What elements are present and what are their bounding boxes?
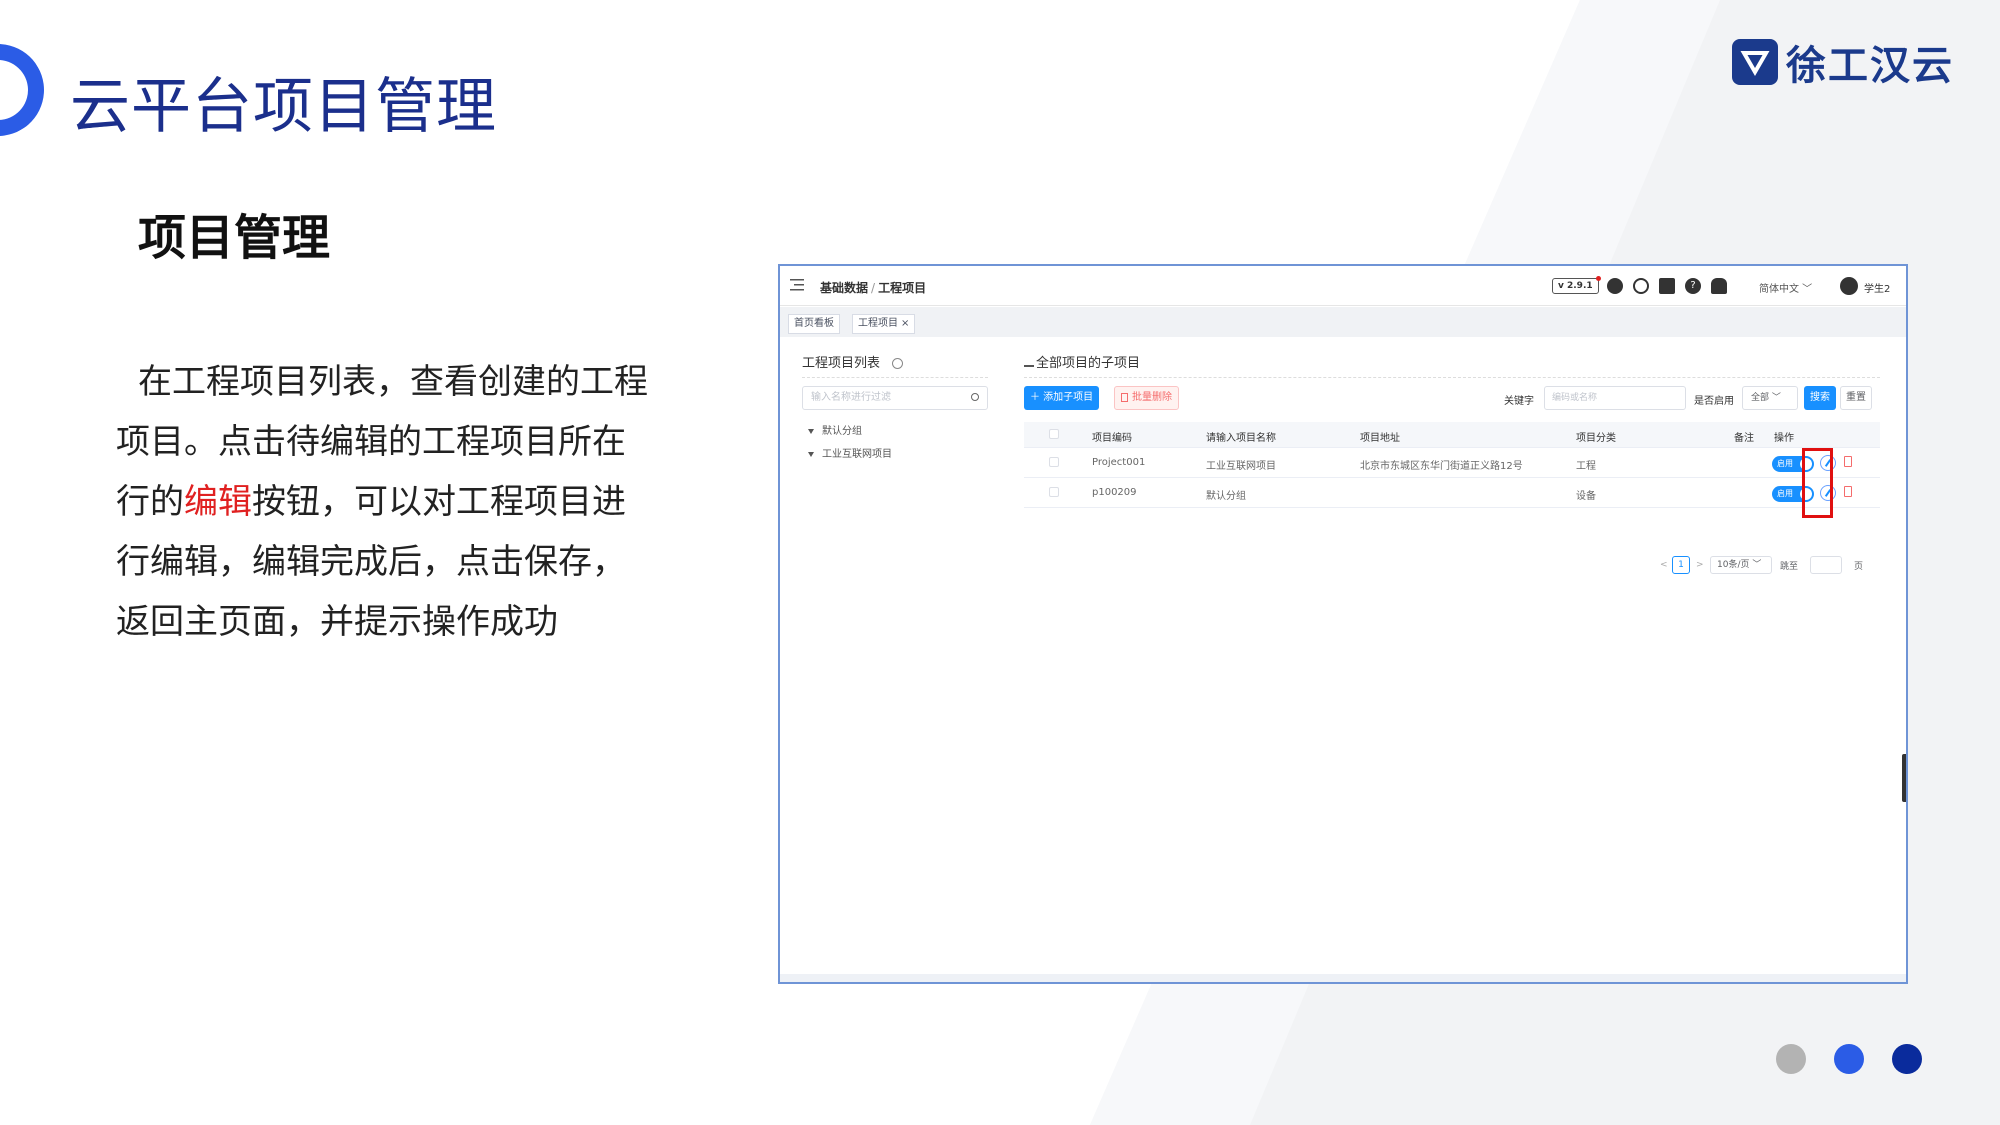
header-code: 项目编码	[1092, 433, 1132, 444]
dot-gray	[1776, 1044, 1806, 1074]
notification-dot	[1595, 276, 1601, 281]
breadcrumb: 基础数据 / 工程项目	[820, 279, 926, 296]
subproject-toolbar: ＋ 添加子项目 批量删除 关键字 编码或名称 是否启用 全部 ﹀ 搜索 重置	[1024, 386, 1880, 416]
caret-down-icon[interactable]	[808, 451, 814, 457]
tree-node-iiot-project[interactable]: 工业互联网项目	[802, 445, 988, 460]
bell-icon[interactable]	[1711, 278, 1727, 294]
hierarchy-icon	[1024, 358, 1034, 367]
header-name: 请输入项目名称	[1206, 433, 1276, 444]
app-topbar: 基础数据 / 工程项目 v 2.9.1 ? 简体中文 ﹀ 学生2	[780, 266, 1906, 306]
header-note: 备注	[1734, 433, 1754, 444]
breadcrumb-parent[interactable]: 基础数据	[820, 281, 868, 295]
goto-page-input[interactable]	[1810, 556, 1842, 574]
enabled-label: 是否启用	[1694, 396, 1734, 407]
cell-name: 默认分组	[1206, 491, 1246, 502]
description-text: 在工程项目列表，查看创建的工程项目。点击待编辑的工程项目所在行的编辑按钮，可以对…	[116, 352, 656, 652]
cell-name: 工业互联网项目	[1206, 461, 1276, 472]
next-page-icon[interactable]: >	[1696, 560, 1704, 570]
cloud-icon[interactable]	[1633, 278, 1649, 294]
section-title: 项目管理	[138, 210, 331, 266]
cell-address: 北京市东城区东华门街道正义路12号	[1360, 461, 1523, 472]
user-name[interactable]: 学生2	[1864, 280, 1890, 295]
project-list-title-text: 工程项目列表	[802, 356, 881, 371]
keyword-label: 关键字	[1504, 396, 1534, 407]
reset-button[interactable]: 重置	[1840, 386, 1872, 410]
cell-category: 工程	[1576, 461, 1596, 472]
delete-icon[interactable]	[1844, 456, 1852, 467]
dot-blue	[1834, 1044, 1864, 1074]
page-number[interactable]: 1	[1672, 556, 1690, 574]
trash-icon	[1121, 392, 1128, 402]
dot-navy	[1892, 1044, 1922, 1074]
delete-icon[interactable]	[1844, 486, 1852, 497]
table-row[interactable]: Project001 工业互联网项目 北京市东城区东华门街道正义路12号 工程 …	[1024, 448, 1880, 478]
scrollbar-thumb[interactable]	[1902, 754, 1906, 802]
row-checkbox[interactable]	[1049, 457, 1059, 467]
breadcrumb-current: 工程项目	[878, 281, 927, 295]
table-row[interactable]: p100209 默认分组 设备 启用	[1024, 478, 1880, 508]
search-icon[interactable]	[971, 393, 979, 401]
edit-highlight-box	[1802, 448, 1833, 518]
menu-icon[interactable]	[790, 279, 804, 291]
avatar[interactable]	[1840, 277, 1858, 295]
header-actions: 操作	[1774, 433, 1794, 444]
brand-logo: 徐工汉云	[1732, 36, 1954, 89]
row-checkbox[interactable]	[1049, 487, 1059, 497]
description-highlight: 编辑	[184, 482, 252, 522]
refresh-icon[interactable]	[892, 358, 904, 369]
enabled-select[interactable]: 全部 ﹀	[1742, 386, 1798, 410]
add-subproject-button[interactable]: ＋ 添加子项目	[1024, 386, 1100, 410]
title-accent-arc	[0, 27, 61, 153]
batch-delete-label: 批量删除	[1132, 392, 1172, 403]
batch-delete-button[interactable]: 批量删除	[1114, 386, 1179, 410]
search-button[interactable]: 搜索	[1804, 386, 1836, 410]
tree-node-default-group[interactable]: 默认分组	[802, 422, 988, 437]
cell-code: Project001	[1092, 457, 1146, 468]
tree-node-label: 默认分组	[822, 426, 862, 437]
tab-projects-label: 工程项目	[858, 318, 898, 329]
header-address: 项目地址	[1360, 433, 1400, 444]
page-size-select[interactable]: 10条/页 ﹀	[1710, 556, 1772, 574]
tabs-bar: 首页看板 工程项目 ×	[780, 307, 1906, 337]
project-list-title: 工程项目列表	[802, 352, 988, 378]
tab-dashboard[interactable]: 首页看板	[788, 314, 840, 334]
caret-down-icon[interactable]	[808, 428, 814, 434]
project-list-panel: 工程项目列表 输入名称进行过滤 默认分组 工业互联网项目	[802, 352, 988, 460]
pagination: < 1 > 10条/页 ﹀ 跳至 页	[1660, 556, 1880, 576]
keyword-input[interactable]: 编码或名称	[1544, 386, 1686, 410]
version-label: v 2.9.1	[1558, 281, 1593, 291]
tab-close-icon[interactable]: ×	[901, 318, 909, 329]
subproject-title: 全部项目的子项目	[1024, 352, 1880, 378]
breadcrumb-separator: /	[871, 281, 876, 295]
version-badge[interactable]: v 2.9.1	[1552, 276, 1601, 294]
page-unit-label: 页	[1854, 562, 1864, 572]
brand-name: 徐工汉云	[1786, 43, 1954, 89]
slide-title: 云平台项目管理	[70, 72, 497, 142]
brand-shield-icon	[1732, 39, 1778, 85]
subproject-panel: 全部项目的子项目 ＋ 添加子项目 批量删除 关键字 编码或名称 是否启用 全部 …	[1024, 352, 1880, 574]
tree-filter-placeholder: 输入名称进行过滤	[811, 392, 891, 403]
chat-icon[interactable]	[1607, 278, 1623, 294]
subproject-table: 项目编码 请输入项目名称 项目地址 项目分类 备注 操作 Project001 …	[1024, 422, 1880, 574]
prev-page-icon[interactable]: <	[1660, 560, 1668, 570]
goto-label: 跳至	[1780, 562, 1799, 572]
header-category: 项目分类	[1576, 433, 1616, 444]
slide-dots	[1776, 1044, 1922, 1074]
fullscreen-icon[interactable]	[1659, 278, 1675, 294]
select-all-checkbox[interactable]	[1049, 429, 1059, 439]
table-header: 项目编码 请输入项目名称 项目地址 项目分类 备注 操作	[1024, 422, 1880, 448]
cell-code: p100209	[1092, 487, 1137, 498]
language-select[interactable]: 简体中文 ﹀	[1759, 280, 1812, 295]
bottom-strip	[780, 974, 1906, 982]
help-icon[interactable]: ?	[1685, 278, 1701, 294]
tab-projects[interactable]: 工程项目 ×	[852, 314, 916, 334]
main-content: 工程项目列表 输入名称进行过滤 默认分组 工业互联网项目 全部项目的子项目 ＋ …	[788, 344, 1890, 966]
app-screenshot: 基础数据 / 工程项目 v 2.9.1 ? 简体中文 ﹀ 学生2 首页看板 工程项目…	[778, 264, 1908, 984]
tree-node-label: 工业互联网项目	[822, 449, 892, 460]
tree-filter-input[interactable]: 输入名称进行过滤	[802, 386, 988, 410]
subproject-title-text: 全部项目的子项目	[1036, 356, 1141, 371]
cell-category: 设备	[1576, 491, 1596, 502]
